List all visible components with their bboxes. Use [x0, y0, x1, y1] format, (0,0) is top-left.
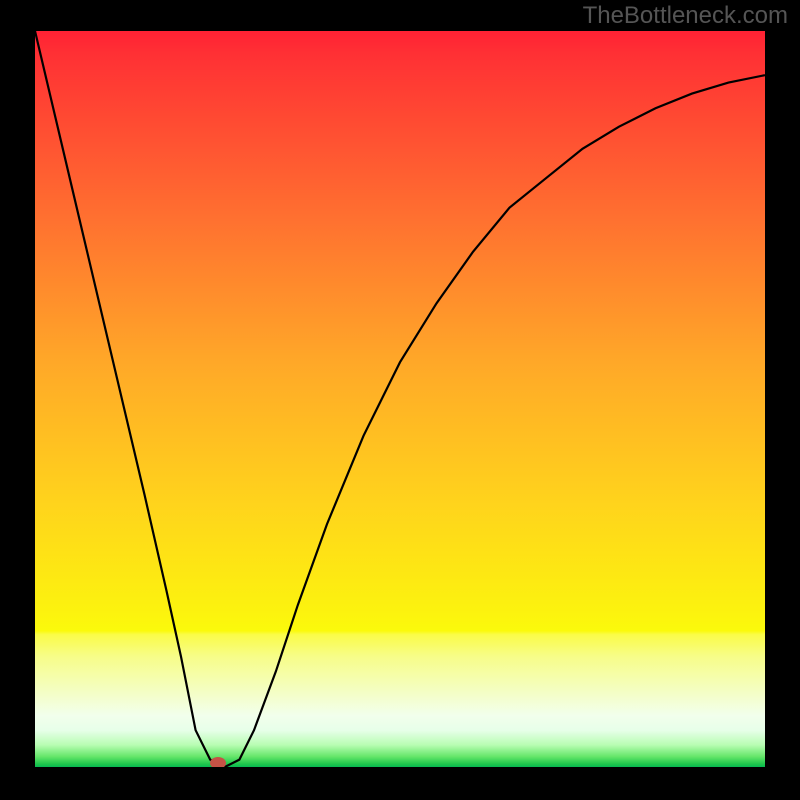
- chart-container: TheBottleneck.com: [0, 0, 800, 800]
- optimal-marker: [210, 757, 226, 767]
- curve-svg: [35, 31, 765, 767]
- bottleneck-curve: [35, 31, 765, 767]
- watermark-text: TheBottleneck.com: [583, 2, 788, 30]
- plot-area: [35, 31, 765, 767]
